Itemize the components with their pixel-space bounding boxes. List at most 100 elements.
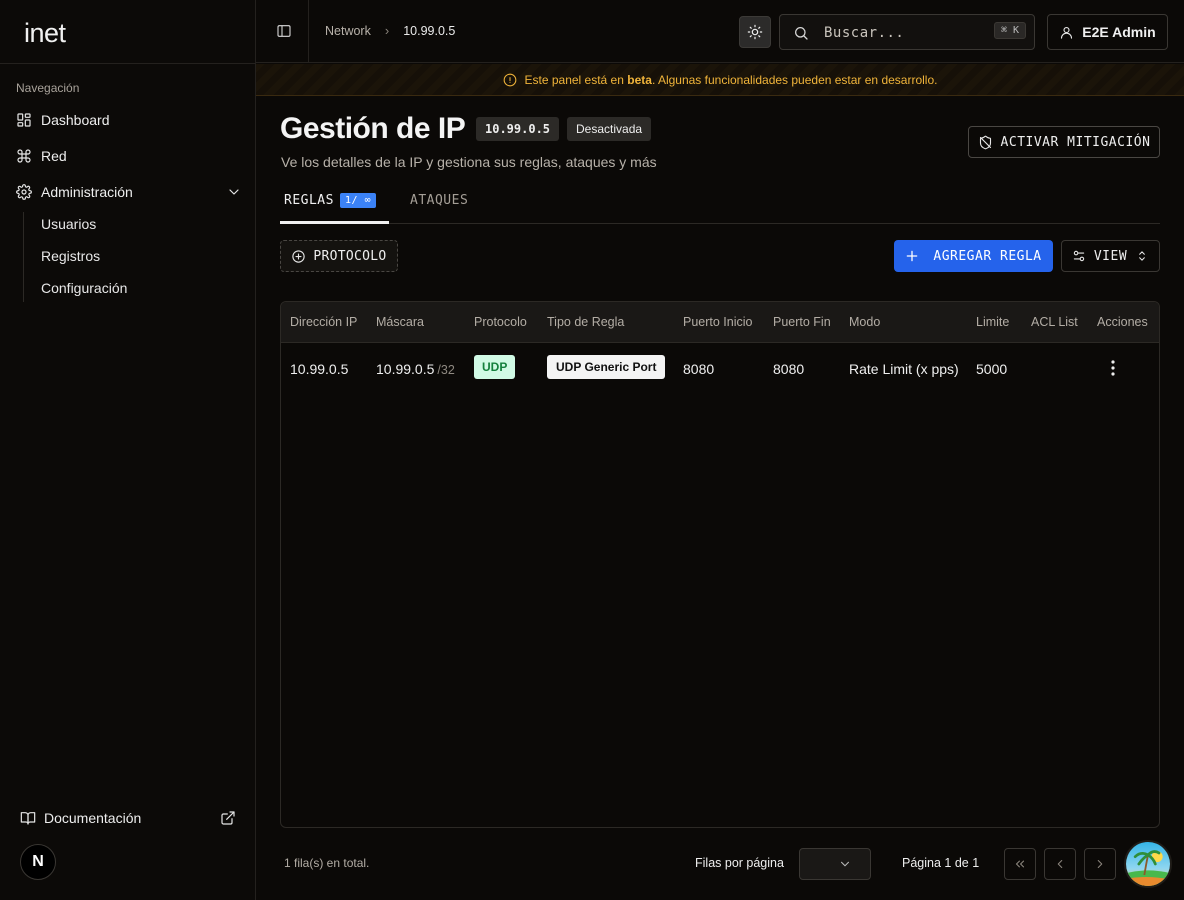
search-shortcut: ⌘ K: [993, 22, 1026, 39]
table-row[interactable]: 10.99.0.5 10.99.0.5/32 UDP UDP Generic P…: [281, 344, 1159, 394]
row-actions-button[interactable]: [1105, 358, 1121, 378]
column-header[interactable]: Modo: [849, 315, 880, 329]
rows-per-page-label: Filas por página: [695, 856, 784, 870]
header-divider: [308, 0, 309, 63]
chevron-left-icon: [1057, 859, 1063, 869]
rules-table: Dirección IP Máscara Protocolo Tipo de R…: [280, 301, 1160, 828]
chevron-right-icon: [1097, 859, 1103, 869]
command-icon: [17, 149, 31, 163]
column-header[interactable]: Tipo de Regla: [547, 315, 624, 329]
search-input[interactable]: Buscar... ⌘ K: [779, 14, 1035, 50]
sidebar-subitem-usuarios[interactable]: Usuarios: [41, 216, 96, 232]
beach-avatar-image: [1126, 842, 1170, 886]
status-badge: Desactivada: [567, 117, 652, 141]
mask-value: 10.99.0.5: [376, 361, 435, 377]
row-count: 1 fila(s) en total.: [284, 856, 370, 870]
top-header: Network › 10.99.0.5 Buscar... ⌘ K E2E Ad…: [256, 0, 1184, 63]
cell-port-end: 8080: [773, 361, 805, 377]
plus-icon: [907, 250, 918, 262]
column-header[interactable]: ACL List: [1031, 315, 1078, 329]
rule-type-badge: UDP Generic Port: [547, 355, 666, 379]
page-subtitle: Ve los detalles de la IP y gestiona sus …: [281, 154, 657, 170]
tab-count-badge: 1/ ∞: [339, 193, 377, 208]
activate-mitigation-button[interactable]: ACTIVAR MITIGACIÓN: [968, 126, 1160, 158]
add-rule-label: AGREGAR REGLA: [933, 248, 1042, 264]
protocol-badge: UDP: [474, 355, 516, 379]
user-menu-button[interactable]: E2E Admin: [1047, 14, 1168, 50]
cell-mode: Rate Limit (x pps): [849, 361, 959, 377]
column-header[interactable]: Puerto Fin: [773, 315, 831, 329]
settings-sliders-icon: [1073, 250, 1085, 262]
column-header[interactable]: Máscara: [376, 315, 424, 329]
rows-per-page-select[interactable]: [799, 848, 871, 880]
page-info: Página 1 de 1: [902, 856, 980, 870]
first-page-button[interactable]: [1004, 848, 1036, 880]
sidebar-item-dashboard[interactable]: Dashboard: [16, 106, 242, 134]
tab-active-indicator: [280, 221, 389, 224]
sidebar-item-label: Administración: [41, 184, 133, 200]
search-icon: [795, 27, 808, 40]
breadcrumb: Network › 10.99.0.5: [325, 23, 455, 38]
panel-left-icon: [277, 25, 291, 37]
dashboard-icon: [17, 113, 31, 127]
tabs-divider: [280, 223, 1160, 224]
next-badge[interactable]: N: [20, 844, 56, 880]
cell-port-start: 8080: [683, 361, 715, 377]
info-icon: [503, 73, 516, 86]
protocol-filter-label: PROTOCOLO: [313, 248, 387, 264]
chevron-down-icon: [840, 861, 850, 867]
banner-emphasis: beta: [627, 72, 652, 87]
breadcrumb-current: 10.99.0.5: [403, 23, 456, 38]
protocol-filter-button[interactable]: PROTOCOLO: [280, 240, 398, 272]
shield-off-icon: [979, 135, 991, 149]
app-logo[interactable]: inet: [24, 18, 66, 49]
next-page-button[interactable]: [1084, 848, 1116, 880]
avatar[interactable]: [1124, 840, 1172, 888]
column-header[interactable]: Protocolo: [474, 315, 527, 329]
docs-link[interactable]: Documentación: [20, 810, 236, 826]
chevrons-left-icon: [1015, 860, 1025, 868]
chevrons-up-down-icon: [1139, 251, 1146, 261]
sidebar-divider: [0, 63, 255, 64]
sun-icon: [747, 24, 763, 40]
column-header[interactable]: Dirección IP: [290, 315, 357, 329]
sidebar-item-red[interactable]: Red: [16, 142, 242, 170]
cell-mask: 10.99.0.5/32: [376, 361, 455, 377]
add-rule-button[interactable]: AGREGAR REGLA: [894, 240, 1053, 272]
sidebar-subitem-registros[interactable]: Registros: [41, 248, 100, 264]
view-options-button[interactable]: VIEW: [1061, 240, 1160, 272]
ip-badge: 10.99.0.5: [476, 117, 560, 141]
banner-text: Este panel está en beta. Algunas funcion…: [525, 73, 938, 87]
prev-page-button[interactable]: [1044, 848, 1076, 880]
sidebar-item-label: Dashboard: [41, 112, 110, 128]
chevron-right-icon: ›: [384, 23, 390, 38]
chevron-down-icon[interactable]: [226, 184, 242, 200]
sidebar-item-label: Red: [41, 148, 67, 164]
banner-suffix: . Algunas funcionalidades pueden estar e…: [651, 72, 938, 87]
docs-label: Documentación: [44, 810, 142, 826]
mitigation-label: ACTIVAR MITIGACIÓN: [1000, 134, 1151, 150]
banner-prefix: Este panel está en: [524, 72, 628, 87]
book-icon: [20, 812, 36, 825]
page-title: Gestión de IP: [280, 112, 466, 145]
gear-icon: [16, 184, 32, 200]
sidebar-subitem-configuracion[interactable]: Configuración: [41, 280, 127, 296]
cell-limit: 5000: [976, 361, 1008, 377]
more-vertical-icon: [1111, 360, 1115, 376]
sidebar: inet Navegación Dashboard Red Administra…: [0, 0, 256, 900]
theme-toggle-button[interactable]: [739, 16, 771, 48]
search-placeholder: Buscar...: [824, 25, 905, 41]
beta-banner: Este panel está en beta. Algunas funcion…: [256, 64, 1184, 96]
sidebar-item-administracion[interactable]: Administración: [16, 178, 242, 206]
column-header: Acciones: [1097, 315, 1148, 329]
tab-reglas[interactable]: REGLAS 1/ ∞: [284, 193, 377, 208]
sidebar-toggle-button[interactable]: [272, 18, 296, 44]
breadcrumb-network[interactable]: Network: [325, 24, 371, 38]
external-link-icon: [221, 811, 235, 825]
submenu-line: [23, 212, 24, 302]
mask-suffix: /32: [437, 363, 455, 377]
column-header[interactable]: Puerto Inicio: [683, 315, 752, 329]
nav-section-title: Navegación: [16, 81, 80, 95]
tab-ataques[interactable]: ATAQUES: [410, 193, 468, 208]
column-header[interactable]: Limite: [976, 315, 1009, 329]
